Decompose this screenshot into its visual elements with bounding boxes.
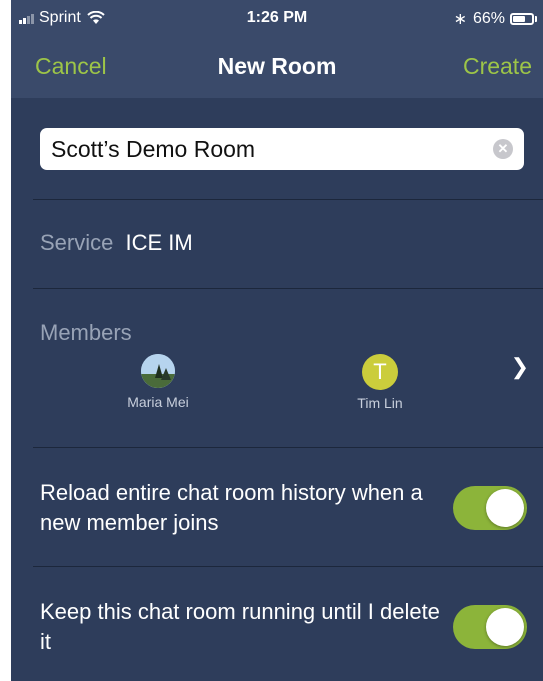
members-label: Members [40, 320, 132, 345]
keep-running-toggle[interactable] [453, 605, 527, 649]
service-label: Service [40, 230, 114, 255]
navigation-bar: Sprint 1:26 PM ∗ 66% Cancel New Room Cre… [11, 0, 543, 98]
battery-tip [535, 16, 537, 22]
member-item[interactable]: Maria Mei [103, 354, 213, 410]
member-item[interactable]: T Tim Lin [325, 354, 435, 411]
member-name: Tim Lin [357, 395, 403, 411]
reload-history-label: Reload entire chat room history when a n… [40, 480, 423, 535]
keep-running-label: Keep this chat room running until I dele… [40, 599, 440, 654]
avatar-photo-icon [141, 354, 175, 388]
chevron-right-icon[interactable]: ❯ [511, 354, 529, 380]
new-room-screen: Sprint 1:26 PM ∗ 66% Cancel New Room Cre… [11, 0, 543, 681]
clear-icon[interactable]: ✕ [493, 139, 513, 159]
avatar: T [362, 354, 398, 390]
room-name-field[interactable]: ✕ [40, 128, 524, 170]
battery-percent: 66% [472, 10, 505, 27]
divider [33, 566, 543, 567]
status-bar: Sprint 1:26 PM ∗ 66% [11, 0, 543, 38]
toggle-knob [486, 608, 524, 646]
room-name-input[interactable] [40, 128, 480, 170]
battery-icon [510, 13, 534, 25]
service-value: ICE IM [125, 230, 193, 255]
status-right: ∗ 66% [454, 9, 537, 29]
bluetooth-icon: ∗ [453, 11, 467, 28]
service-row[interactable]: Service ICE IM [40, 230, 193, 256]
reload-history-toggle[interactable] [453, 486, 527, 530]
create-button[interactable]: Create [463, 53, 532, 80]
avatar [141, 354, 175, 388]
battery-fill [513, 16, 525, 22]
toggle-knob [486, 489, 524, 527]
divider [33, 288, 543, 289]
divider [33, 199, 543, 200]
member-name: Maria Mei [127, 394, 189, 410]
divider [33, 447, 543, 448]
